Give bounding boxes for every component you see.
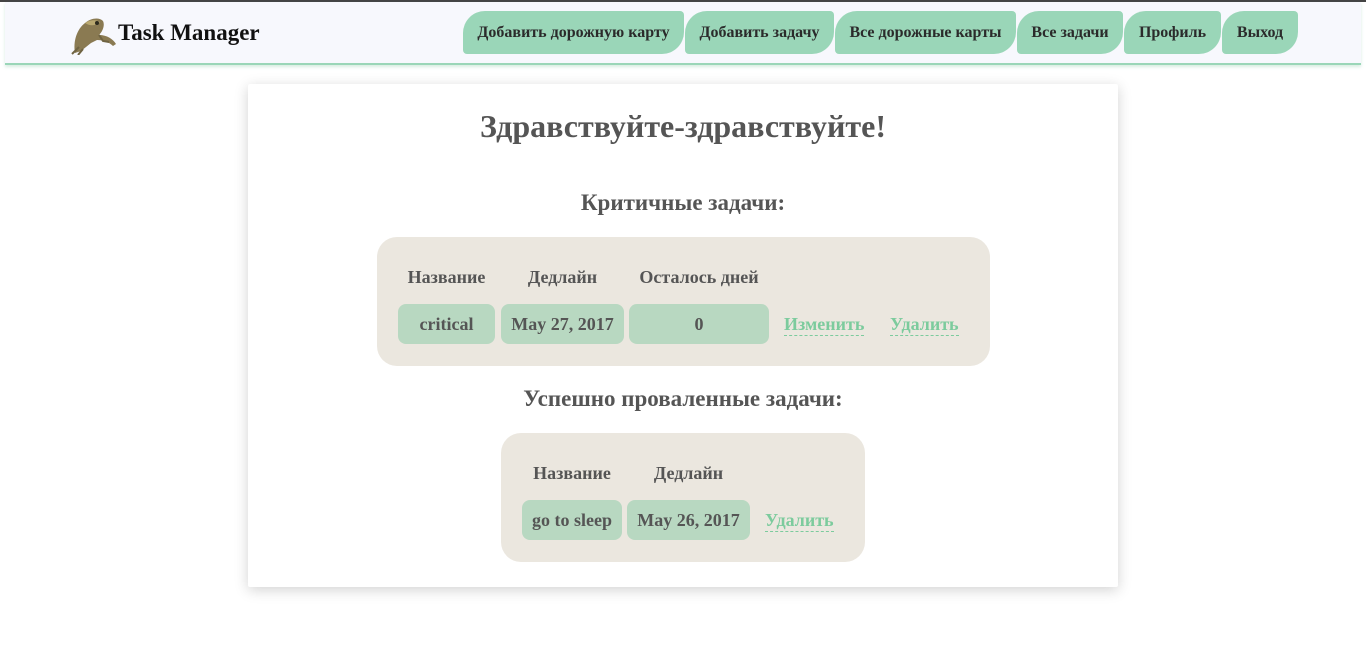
nav-logout[interactable]: Выход — [1222, 11, 1298, 54]
task-deadline-cell: May 26, 2017 — [627, 500, 750, 540]
page-title: Здравствуйте-здравствуйте! — [480, 108, 886, 144]
task-name-cell: critical — [398, 304, 495, 344]
brand[interactable]: Task Manager — [69, 10, 260, 56]
delete-task-link[interactable]: Удалить — [765, 509, 834, 532]
nav-all-roadmaps[interactable]: Все дорожные карты — [835, 11, 1016, 54]
failed-tasks-table: Название Дедлайн go to sleep May 26, 201… — [501, 433, 865, 562]
delete-task-link[interactable]: Удалить — [890, 313, 959, 336]
column-header-deadline: Дедлайн — [527, 267, 598, 287]
main-card: Здравствуйте-здравствуйте! Критичные зад… — [248, 84, 1118, 587]
nav-add-task[interactable]: Добавить задачу — [685, 11, 834, 54]
nav-add-roadmap[interactable]: Добавить дорожную карту — [463, 11, 684, 54]
task-deadline-cell: May 27, 2017 — [501, 304, 624, 344]
nav-profile[interactable]: Профиль — [1124, 11, 1221, 54]
brand-title: Task Manager — [118, 20, 260, 45]
critical-tasks-table: Название Дедлайн Осталось дней critical … — [377, 237, 990, 366]
failed-tasks-title: Успешно проваленные задачи: — [523, 386, 843, 411]
column-header-days-left: Осталось дней — [639, 267, 759, 287]
column-header-name: Название — [407, 267, 486, 287]
edit-task-link[interactable]: Изменить — [784, 313, 865, 336]
nav-all-tasks[interactable]: Все задачи — [1017, 11, 1123, 54]
navbar: Task Manager Добавить дорожную карту Доб… — [5, 2, 1361, 65]
frog-logo-icon — [71, 18, 116, 55]
critical-tasks-title: Критичные задачи: — [580, 190, 786, 215]
column-header-name: Название — [533, 463, 611, 483]
column-header-deadline: Дедлайн — [653, 463, 724, 483]
task-days-left-cell: 0 — [629, 304, 769, 344]
task-name-cell: go to sleep — [522, 500, 622, 540]
